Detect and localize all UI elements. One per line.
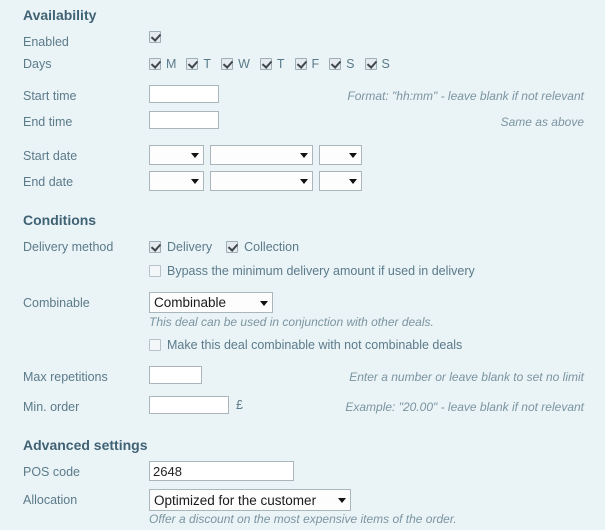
start-date-month-wrap	[210, 145, 313, 165]
label-max-repetitions: Max repetitions	[23, 370, 108, 384]
day-sunday[interactable]: S	[364, 53, 390, 75]
day-wednesday[interactable]: W	[221, 53, 250, 75]
start-date-day-wrap	[149, 145, 204, 165]
section-heading-advanced: Advanced settings	[23, 437, 148, 453]
allocation-select[interactable]: Optimized for the customer	[149, 489, 351, 511]
label-pos-code: POS code	[23, 465, 80, 479]
checkbox-day-monday[interactable]	[149, 58, 161, 70]
end-date-month-wrap	[210, 171, 313, 191]
start-date-day-select[interactable]	[149, 145, 204, 165]
start-date-year-wrap	[319, 145, 362, 165]
row-bypass-minimum: Bypass the minimum delivery amount if us…	[0, 260, 605, 282]
max-repetitions-input[interactable]	[149, 366, 202, 384]
day-friday[interactable]: F	[294, 53, 320, 75]
checkbox-day-saturday[interactable]	[329, 58, 342, 70]
row-make-combinable: Make this deal combinable with not combi…	[0, 334, 605, 356]
label-combinable: Combinable	[23, 296, 90, 310]
hint-end-time: Same as above	[500, 115, 584, 129]
day-label-wednesday: W	[238, 57, 250, 71]
section-heading-availability: Availability	[23, 7, 97, 23]
label-make-combinable: Make this deal combinable with not combi…	[167, 338, 463, 352]
currency-symbol: £	[236, 398, 243, 412]
day-label-sunday: S	[381, 57, 390, 71]
hint-max-repetitions: Enter a number or leave blank to set no …	[349, 370, 584, 384]
row-delivery-method: Delivery method Delivery Collection	[0, 236, 605, 258]
row-start-date: Start date	[0, 145, 605, 167]
row-max-repetitions: Max repetitions Enter a number or leave …	[0, 366, 605, 388]
checkbox-day-friday[interactable]	[294, 58, 307, 70]
row-allocation-hint: Offer a discount on the most expensive i…	[0, 511, 605, 527]
row-allocation: Allocation Optimized for the customer	[0, 489, 605, 511]
row-days: Days M T W T F S S	[0, 53, 605, 75]
day-label-saturday: S	[346, 57, 355, 71]
checkbox-make-combinable[interactable]	[149, 339, 161, 351]
checkbox-collection[interactable]	[226, 241, 239, 253]
label-enabled: Enabled	[23, 35, 69, 49]
label-start-time: Start time	[23, 89, 77, 103]
label-min-order: Min. order	[23, 400, 80, 414]
label-delivery: Delivery	[167, 240, 213, 254]
checkbox-bypass-minimum[interactable]	[149, 265, 161, 277]
label-start-date: Start date	[23, 149, 78, 163]
hint-allocation: Offer a discount on the most expensive i…	[149, 512, 457, 526]
hint-min-order: Example: "20.00" - leave blank if not re…	[345, 400, 584, 414]
start-date-year-select[interactable]	[319, 145, 362, 165]
checkbox-day-thursday[interactable]	[259, 58, 272, 70]
label-end-date: End date	[23, 175, 74, 189]
row-pos-code: POS code	[0, 461, 605, 483]
row-combinable: Combinable Combinable	[0, 292, 605, 314]
checkbox-day-tuesday[interactable]	[186, 58, 199, 70]
checkbox-enabled[interactable]	[149, 31, 161, 43]
label-bypass-minimum: Bypass the minimum delivery amount if us…	[167, 264, 475, 278]
hint-start-time: Format: "hh:mm" - leave blank if not rel…	[347, 89, 584, 103]
hint-combinable: This deal can be used in conjunction wit…	[149, 315, 434, 329]
allocation-select-wrap: Optimized for the customer	[149, 489, 351, 511]
row-min-order: Min. order £ Example: "20.00" - leave bl…	[0, 396, 605, 418]
day-label-thursday: T	[276, 57, 285, 71]
day-label-monday: M	[166, 57, 177, 71]
end-date-month-select[interactable]	[210, 171, 313, 191]
pos-code-input[interactable]	[149, 461, 294, 481]
start-date-month-select[interactable]	[210, 145, 313, 165]
checkbox-day-wednesday[interactable]	[221, 58, 234, 70]
label-end-time: End time	[23, 115, 73, 129]
end-date-day-select[interactable]	[149, 171, 204, 191]
combinable-select-wrap: Combinable	[149, 292, 273, 313]
label-days: Days	[23, 57, 52, 71]
day-tuesday[interactable]: T	[186, 53, 211, 75]
end-time-input[interactable]	[149, 111, 219, 129]
day-saturday[interactable]: S	[329, 53, 355, 75]
deal-settings-form: Availability Enabled Days M T W T F S S …	[0, 0, 605, 530]
label-delivery-method: Delivery method	[23, 240, 114, 254]
min-order-input[interactable]	[149, 396, 229, 414]
label-collection: Collection	[244, 240, 300, 254]
row-enabled: Enabled	[0, 31, 605, 53]
label-allocation: Allocation	[23, 493, 78, 507]
end-date-year-select[interactable]	[319, 171, 362, 191]
checkbox-day-sunday[interactable]	[364, 58, 377, 70]
day-label-tuesday: T	[203, 57, 212, 71]
end-date-year-wrap	[319, 171, 362, 191]
row-combinable-hint: This deal can be used in conjunction wit…	[0, 314, 605, 330]
combinable-select[interactable]: Combinable	[149, 292, 273, 313]
day-monday[interactable]: M	[149, 53, 176, 75]
end-date-day-wrap	[149, 171, 204, 191]
day-label-friday: F	[311, 57, 320, 71]
checkbox-delivery[interactable]	[149, 241, 161, 253]
day-thursday[interactable]: T	[259, 53, 285, 75]
row-end-date: End date	[0, 171, 605, 193]
row-end-time: End time Same as above	[0, 111, 605, 133]
start-time-input[interactable]	[149, 85, 219, 103]
days-checkbox-group: M T W T F S S	[149, 53, 400, 75]
section-heading-conditions: Conditions	[23, 212, 97, 228]
row-start-time: Start time Format: "hh:mm" - leave blank…	[0, 85, 605, 107]
